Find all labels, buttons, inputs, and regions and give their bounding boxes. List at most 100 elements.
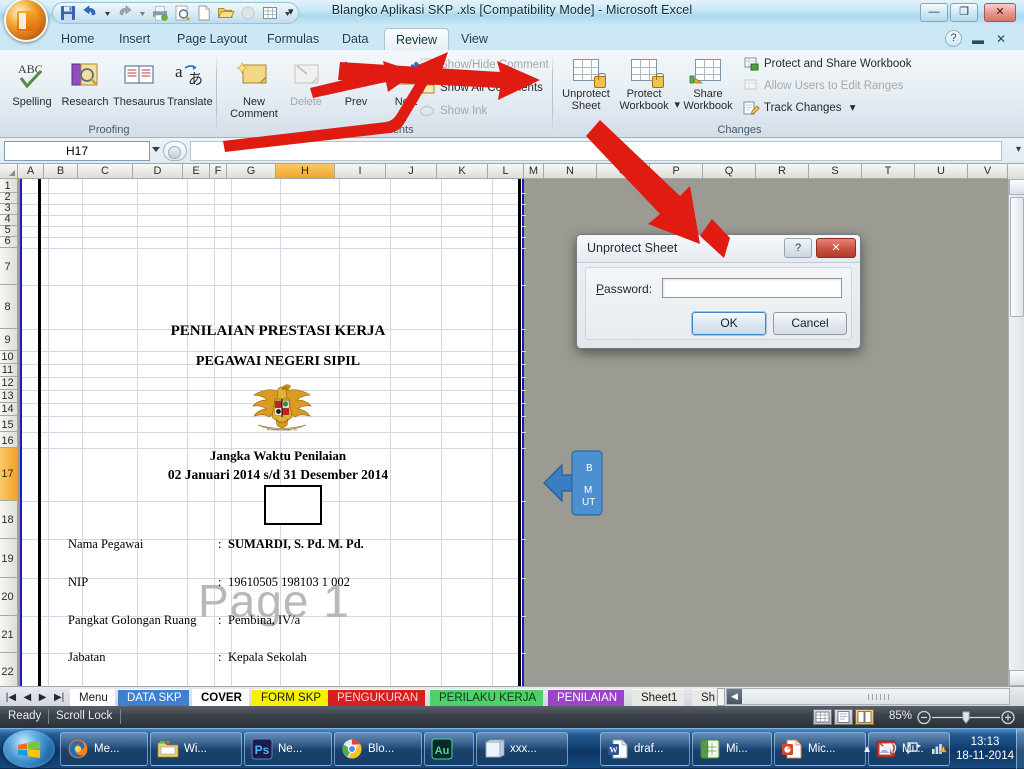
- sheet-tab-form-skp[interactable]: FORM SKP: [252, 689, 329, 706]
- scroll-thumb-vertical[interactable]: [1010, 197, 1024, 317]
- help-button[interactable]: ?: [945, 30, 962, 47]
- select-all-button[interactable]: [0, 164, 18, 179]
- tab-page-layout[interactable]: Page Layout: [166, 28, 258, 50]
- taskbar-item-chrome[interactable]: Blo...: [334, 732, 422, 766]
- column-header-R[interactable]: R: [756, 164, 809, 179]
- column-header-A[interactable]: A: [18, 164, 44, 179]
- protect-workbook-button[interactable]: Protect Workbook ▾: [616, 56, 680, 112]
- sheet-tab-menu[interactable]: Menu: [70, 689, 115, 706]
- tab-view[interactable]: View: [450, 28, 499, 50]
- tab-split-handle[interactable]: [717, 688, 725, 706]
- column-header-E[interactable]: E: [183, 164, 210, 179]
- column-header-M[interactable]: M: [524, 164, 544, 179]
- column-header-L[interactable]: L: [488, 164, 524, 179]
- sheet-tab-pengukuran[interactable]: PENGUKURAN: [328, 689, 426, 706]
- column-header-O[interactable]: O: [597, 164, 650, 179]
- tab-home[interactable]: Home: [50, 28, 105, 50]
- redo-icon[interactable]: [116, 4, 134, 22]
- column-header-V[interactable]: V: [968, 164, 1008, 179]
- name-box-dropdown-icon[interactable]: [152, 147, 160, 152]
- prev-sheet-button[interactable]: ◀: [24, 692, 32, 703]
- column-header-K[interactable]: K: [437, 164, 488, 179]
- window-minimize-button[interactable]: —: [920, 3, 948, 22]
- taskbar-item-word[interactable]: W draf...: [600, 732, 690, 766]
- row-header-11[interactable]: 11: [0, 364, 18, 377]
- column-header-C[interactable]: C: [78, 164, 133, 179]
- action-center-icon[interactable]: [931, 740, 948, 759]
- column-header-S[interactable]: S: [809, 164, 862, 179]
- quick-print-icon[interactable]: [151, 4, 169, 22]
- taskbar-item-photoshop[interactable]: Ps Ne...: [244, 732, 332, 766]
- row-header-10[interactable]: 10: [0, 351, 18, 364]
- vertical-scrollbar[interactable]: [1008, 179, 1024, 686]
- scroll-left-button[interactable]: ◀: [727, 689, 742, 704]
- row-header-15[interactable]: 15: [0, 416, 18, 432]
- scroll-down-button[interactable]: [1009, 670, 1024, 686]
- translate-button[interactable]: aあ Translate: [162, 57, 218, 108]
- save-icon[interactable]: [59, 4, 77, 22]
- last-sheet-button[interactable]: ▶|: [54, 692, 64, 703]
- taskbar-item-notepad[interactable]: xxx...: [476, 732, 568, 766]
- column-header-U[interactable]: U: [915, 164, 968, 179]
- row-header-19[interactable]: 19: [0, 539, 18, 578]
- row-header-7[interactable]: 7: [0, 248, 18, 285]
- taskbar-item-firefox[interactable]: Me...: [60, 732, 148, 766]
- row-header-16[interactable]: 16: [0, 432, 18, 448]
- column-header-I[interactable]: I: [335, 164, 386, 179]
- column-header-J[interactable]: J: [386, 164, 437, 179]
- insert-function-button[interactable]: [163, 141, 187, 161]
- sheet-tab-cover[interactable]: COVER: [192, 689, 249, 706]
- network-icon[interactable]: [906, 740, 922, 759]
- dialog-help-button[interactable]: ?: [784, 238, 812, 258]
- taskbar-item-excel[interactable]: Mi...: [692, 732, 772, 766]
- ribbon-close-button[interactable]: ✕: [996, 32, 1006, 46]
- password-input[interactable]: [662, 278, 842, 298]
- unprotect-sheet-button[interactable]: Unprotect Sheet: [558, 56, 614, 112]
- tab-formulas[interactable]: Formulas: [256, 28, 330, 50]
- quick-access-more-button[interactable]: ▾: [288, 5, 294, 18]
- column-header-Q[interactable]: Q: [703, 164, 756, 179]
- print-preview-icon[interactable]: [173, 4, 191, 22]
- thesaurus-button[interactable]: Thesaurus: [111, 57, 167, 108]
- clock[interactable]: 13:13 18-11-2014: [956, 735, 1020, 763]
- taskbar-item-audition[interactable]: Au: [424, 732, 474, 766]
- column-header-D[interactable]: D: [133, 164, 183, 179]
- normal-view-button[interactable]: [813, 709, 832, 725]
- row-header-9[interactable]: 9: [0, 329, 18, 351]
- table-icon[interactable]: [261, 4, 279, 22]
- window-close-button[interactable]: ✕: [984, 3, 1016, 22]
- row-header-13[interactable]: 13: [0, 390, 18, 403]
- show-hidden-icons-button[interactable]: ▲: [862, 744, 872, 755]
- column-header-G[interactable]: G: [227, 164, 276, 179]
- row-header-12[interactable]: 12: [0, 377, 18, 390]
- ribbon-minimize-button[interactable]: ▬: [972, 33, 984, 47]
- taskbar-item-powerpoint[interactable]: Mic...: [774, 732, 866, 766]
- tab-insert[interactable]: Insert: [108, 28, 161, 50]
- open-icon[interactable]: [217, 4, 235, 22]
- name-box[interactable]: H17: [4, 141, 150, 161]
- previous-comment-button[interactable]: Prev: [328, 57, 384, 108]
- show-all-comments-button[interactable]: Show All Comments: [418, 79, 543, 97]
- blue-arrow-shape[interactable]: B M UT: [542, 445, 604, 521]
- new-icon[interactable]: [195, 4, 213, 22]
- first-sheet-button[interactable]: |◀: [6, 692, 16, 703]
- redo-dropdown-icon[interactable]: [138, 4, 147, 22]
- row-header-20[interactable]: 20: [0, 578, 18, 616]
- zoom-level-text[interactable]: 85%: [889, 710, 912, 722]
- tab-review[interactable]: Review: [384, 28, 449, 50]
- row-header-14[interactable]: 14: [0, 403, 18, 416]
- formula-bar-expand-icon[interactable]: ▾: [1016, 144, 1021, 155]
- active-cell-H17[interactable]: [264, 485, 322, 525]
- dialog-close-button[interactable]: ✕: [816, 238, 856, 258]
- sheet-tab-perilaku-kerja[interactable]: PERILAKU KERJA: [430, 689, 544, 706]
- tab-data[interactable]: Data: [331, 28, 379, 50]
- row-header-22[interactable]: 22: [0, 653, 18, 686]
- new-comment-button[interactable]: New Comment: [226, 57, 282, 120]
- window-maximize-button[interactable]: ❐: [950, 3, 978, 22]
- volume-icon[interactable]: [881, 740, 897, 759]
- column-header-T[interactable]: T: [862, 164, 915, 179]
- sheet-nav-buttons[interactable]: |◀ ◀ ▶ ▶|: [2, 689, 68, 705]
- sheet-tab-penilaian[interactable]: PENILAIAN: [548, 689, 625, 706]
- row-header-8[interactable]: 8: [0, 285, 18, 329]
- share-workbook-button[interactable]: Share Workbook: [680, 56, 736, 112]
